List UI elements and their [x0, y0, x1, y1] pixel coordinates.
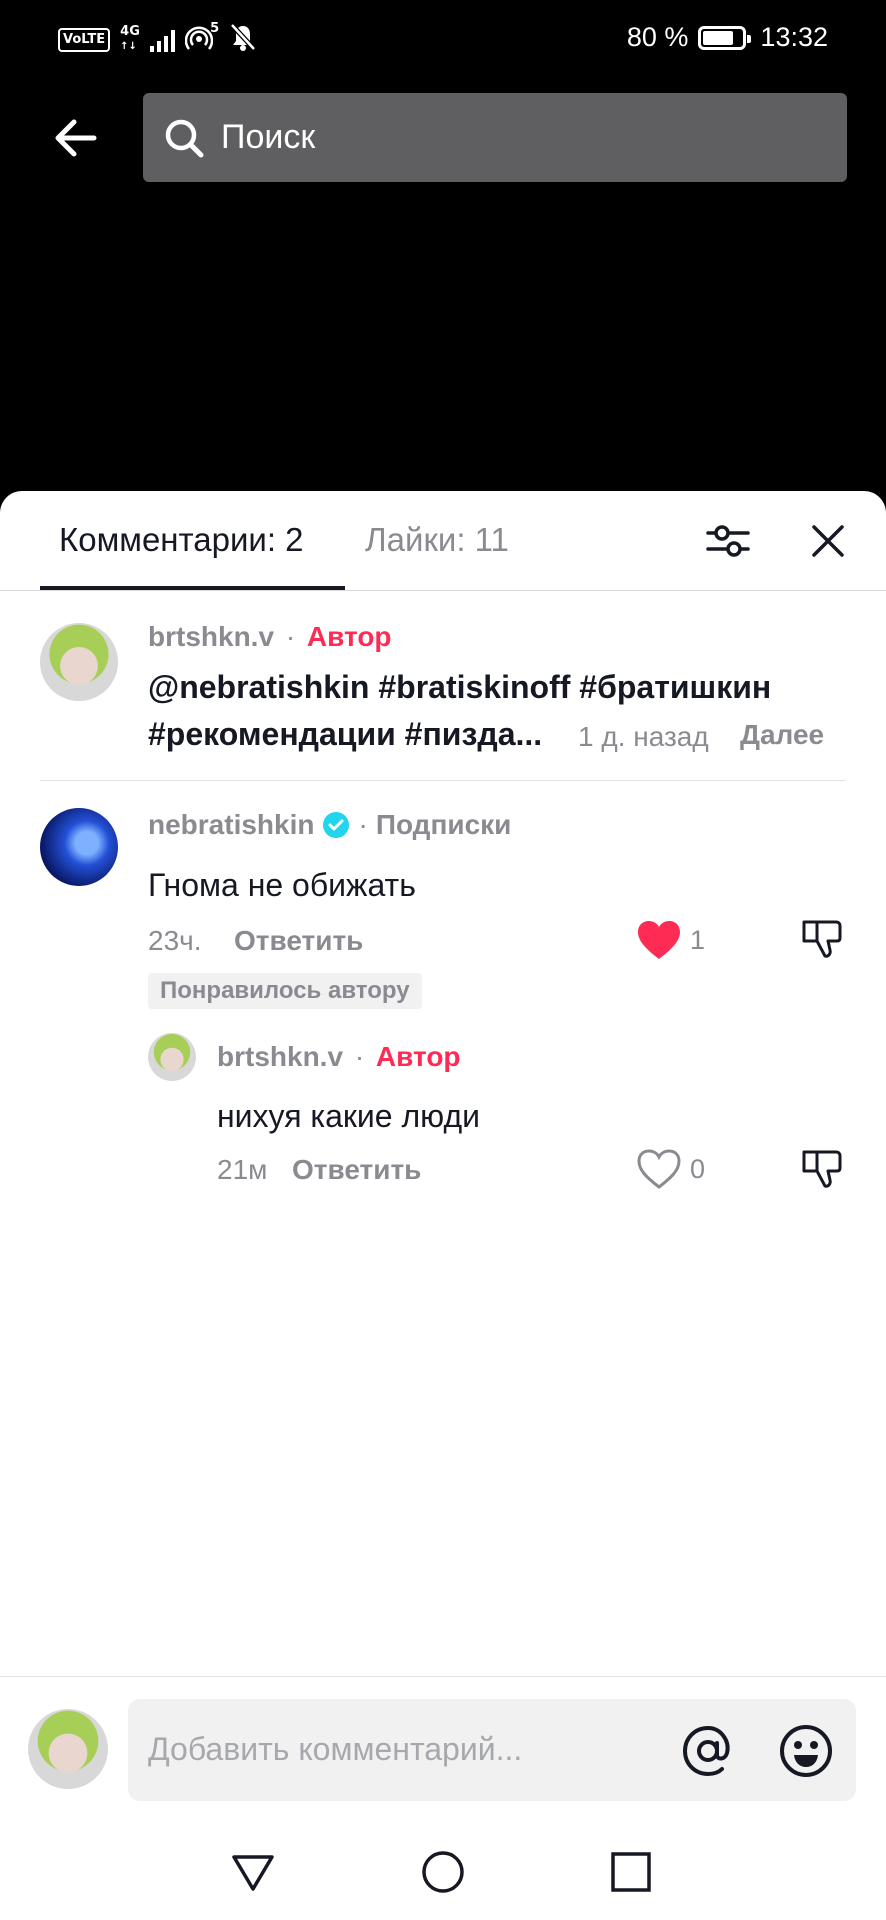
reply-button[interactable]: Ответить	[292, 1154, 421, 1186]
status-left: VoLTE 4G ↑↓ 5	[58, 21, 257, 57]
avatar[interactable]	[40, 808, 118, 886]
nav-recents-button[interactable]	[608, 1849, 654, 1895]
caption-time: 1 д. назад	[578, 721, 709, 752]
nav-back-button[interactable]	[230, 1849, 276, 1895]
comment-text: Гнома не обижать	[148, 867, 416, 903]
like-count: 0	[690, 1154, 706, 1184]
caption-header: brtshkn.v · Автор	[148, 621, 392, 652]
like-button[interactable]	[636, 919, 682, 961]
tab-comments[interactable]: Комментарии: 2	[59, 521, 304, 559]
hotspot-icon: 5	[184, 21, 219, 55]
search-placeholder: Поиск	[221, 118, 316, 156]
battery-percent: 80 %	[626, 22, 689, 52]
back-button[interactable]	[48, 110, 104, 166]
like-count: 1	[690, 925, 706, 955]
tab-likes[interactable]: Лайки: 11	[365, 521, 509, 559]
nav-home-icon	[422, 1851, 464, 1893]
filter-button[interactable]	[704, 519, 752, 563]
avatar[interactable]	[40, 623, 118, 701]
network-indicator: 4G ↑↓	[120, 23, 140, 52]
nav-recents-icon	[611, 1852, 651, 1892]
relation-label: Подписки	[375, 809, 512, 840]
avatar	[28, 1709, 108, 1789]
reply-header: brtshkn.v · Автор	[217, 1041, 461, 1072]
emoji-icon	[780, 1725, 832, 1777]
clock: 13:32	[760, 22, 828, 52]
status-bar: VoLTE 4G ↑↓ 5 80 % 13:32	[0, 0, 886, 76]
filter-icon	[706, 525, 750, 557]
heart-icon	[638, 921, 680, 959]
dislike-icon	[802, 1150, 842, 1188]
comment-header: nebratishkin · Подписки	[148, 809, 512, 841]
see-more-link[interactable]: Далее	[740, 719, 824, 751]
volte-indicator: VoLTE	[58, 27, 111, 52]
dislike-button[interactable]	[800, 916, 844, 960]
muted-bell-icon	[229, 22, 257, 57]
heart-icon	[637, 1149, 681, 1189]
back-arrow-icon	[55, 119, 97, 157]
reply-username[interactable]: brtshkn.v	[217, 1041, 343, 1072]
dislike-icon	[802, 920, 842, 958]
close-button[interactable]	[808, 519, 848, 563]
tabs-bar: Комментарии: 2 Лайки: 11	[0, 491, 886, 591]
nav-home-button[interactable]	[420, 1849, 466, 1895]
avatar[interactable]	[148, 1033, 196, 1081]
comment-input-placeholder: Добавить комментарий...	[148, 1731, 523, 1767]
nav-back-icon	[232, 1855, 274, 1891]
system-nav-bar	[0, 1839, 886, 1920]
verified-icon	[323, 812, 350, 838]
caption-divider	[40, 780, 846, 781]
signal-icon	[150, 28, 176, 52]
mention-button[interactable]	[680, 1723, 736, 1779]
emoji-button[interactable]	[778, 1723, 834, 1779]
reply-button[interactable]: Ответить	[234, 925, 363, 957]
author-label: Автор	[375, 1041, 461, 1072]
caption-line-2: #рекомендации #пизда...	[148, 716, 543, 752]
comment-input[interactable]: Добавить комментарий...	[128, 1699, 856, 1801]
author-label: Автор	[306, 621, 392, 652]
comment-time: 23ч.	[148, 925, 202, 956]
liked-by-author-badge: Понравилось автору	[148, 973, 422, 1009]
search-input[interactable]: Поиск	[143, 93, 847, 182]
dislike-button[interactable]	[800, 1146, 844, 1190]
comment-username[interactable]: nebratishkin	[148, 809, 314, 841]
like-button[interactable]	[636, 1148, 682, 1190]
reply-time: 21м	[217, 1154, 268, 1185]
status-right: 80 % 13:32	[627, 22, 828, 53]
caption-line-1: @nebratishkin #bratiskinoff #братишкин	[148, 669, 772, 705]
search-icon	[165, 119, 204, 157]
battery-icon	[698, 25, 752, 50]
close-icon	[812, 525, 844, 557]
comment-composer: Добавить комментарий...	[0, 1676, 886, 1920]
caption-username[interactable]: brtshkn.v	[148, 621, 274, 652]
reply-text: нихуя какие люди	[217, 1098, 480, 1134]
mention-icon	[682, 1725, 730, 1777]
active-tab-indicator	[40, 586, 345, 590]
